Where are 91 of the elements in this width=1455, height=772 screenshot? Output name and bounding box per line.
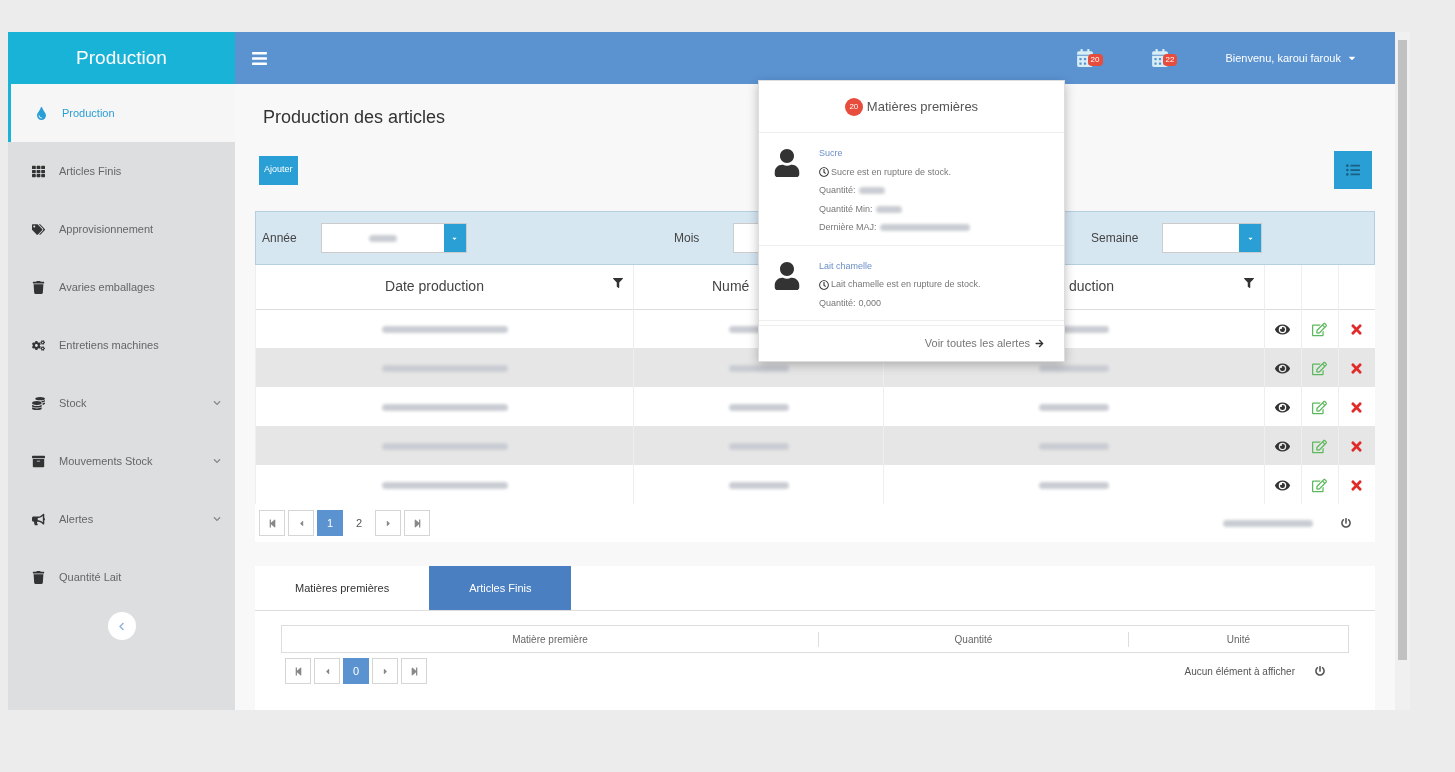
- last-icon: [412, 518, 422, 528]
- edit-icon[interactable]: [1312, 360, 1327, 376]
- eye-icon[interactable]: [1275, 322, 1290, 338]
- filter-label: Mois: [674, 230, 700, 247]
- blurred-text: [1038, 443, 1109, 450]
- sidebar-item[interactable]: Approvisionnement: [8, 200, 235, 258]
- filter-icon[interactable]: [613, 278, 623, 289]
- first-page-button[interactable]: [285, 658, 311, 684]
- blurred-text: [728, 482, 789, 489]
- brand-title: Production: [8, 32, 235, 84]
- page-button[interactable]: 2: [346, 510, 372, 536]
- first-icon: [293, 666, 303, 676]
- popup-title: Matières premières: [866, 97, 979, 116]
- chevron-icon: [213, 399, 221, 407]
- dropdown-field[interactable]: [1162, 223, 1263, 253]
- page-title: Production des articles: [263, 106, 446, 129]
- last-page-button[interactable]: [404, 510, 430, 536]
- arrow-right-icon: [1035, 339, 1044, 348]
- column-header[interactable]: Date production: [255, 265, 634, 309]
- archive-icon: [32, 454, 45, 468]
- column-header[interactable]: Unité: [1128, 631, 1348, 647]
- last-icon: [409, 666, 419, 676]
- refresh-icon[interactable]: [1341, 518, 1351, 528]
- filter-label: Semaine: [1091, 230, 1139, 247]
- sidebar-item[interactable]: Stock: [8, 374, 235, 432]
- blurred-text: [1038, 404, 1109, 411]
- gears-icon: [32, 338, 45, 352]
- count-badge: 20: [844, 97, 863, 116]
- dropdown-field[interactable]: [320, 223, 467, 253]
- blurred-text: [858, 187, 885, 195]
- sidebar-item[interactable]: Articles Finis: [8, 142, 235, 200]
- column-header[interactable]: Quantité: [818, 631, 1128, 647]
- trash-icon: [32, 280, 45, 294]
- field-label: Quantité:: [819, 296, 856, 310]
- user-menu[interactable]: Bienvenu, karoui farouk: [1225, 49, 1357, 67]
- chevron-icon: [213, 457, 221, 465]
- tab[interactable]: Articles Finis: [429, 566, 572, 610]
- clock-icon: [819, 167, 829, 178]
- chevron-icon: [213, 515, 221, 523]
- edit-icon[interactable]: [1312, 438, 1327, 454]
- drop-icon: [35, 106, 48, 120]
- first-page-button[interactable]: [259, 510, 285, 536]
- blurred-text: [728, 404, 789, 411]
- field-label: Dernière MAJ:: [819, 221, 877, 234]
- see-all-alerts-link[interactable]: Voir toutes les alertes: [924, 335, 1044, 352]
- calendar-notification-button[interactable]: 20: [1075, 49, 1103, 67]
- tab[interactable]: Matières premières: [255, 566, 430, 610]
- menu-icon[interactable]: [251, 49, 268, 67]
- chevron-left-icon: [117, 621, 126, 631]
- field-label: Quantité Min:: [819, 202, 873, 216]
- add-button[interactable]: Ajouter: [259, 155, 298, 185]
- blurred-text: [728, 365, 789, 372]
- user-name: Bienvenu, karoui farouk: [1225, 50, 1341, 66]
- filter-icon[interactable]: [1243, 278, 1254, 289]
- user-icon: [773, 149, 801, 177]
- clock-icon: [819, 279, 829, 290]
- blurred-text: [368, 234, 397, 242]
- filter-label: Année: [262, 230, 297, 247]
- grid-icon: [32, 164, 45, 178]
- sidebar-item[interactable]: Avaries emballages: [8, 258, 235, 316]
- first-icon: [267, 518, 277, 528]
- sidebar-item[interactable]: Entretiens machines: [8, 316, 235, 374]
- blurred-text: [1038, 365, 1109, 372]
- calendar-notification-button[interactable]: 22: [1150, 49, 1178, 67]
- sidebar-item[interactable]: Alertes: [8, 490, 235, 548]
- edit-icon[interactable]: [1312, 477, 1327, 493]
- field-value: 0,000: [858, 296, 882, 310]
- page-button[interactable]: 0: [343, 658, 369, 684]
- blurred-text: [875, 205, 902, 213]
- column-menu-button[interactable]: [1334, 151, 1372, 189]
- trash-icon: [32, 570, 45, 584]
- field-label: Quantité:: [819, 184, 856, 197]
- edit-icon[interactable]: [1312, 322, 1327, 338]
- column-header[interactable]: Matière première: [282, 631, 818, 647]
- sidebar-item[interactable]: Mouvements Stock: [8, 432, 235, 490]
- last-page-button[interactable]: [401, 658, 427, 684]
- coins-icon: [32, 396, 45, 410]
- blurred-text: [728, 443, 789, 450]
- edit-icon[interactable]: [1312, 399, 1327, 415]
- list-icon: [1346, 163, 1360, 177]
- bullhorn-icon: [32, 512, 45, 526]
- blurred-text: [1038, 482, 1109, 489]
- alert-item-link[interactable]: Sucre: [819, 147, 970, 161]
- sidebar-item[interactable]: Quantité Lait: [8, 548, 235, 606]
- sidebar-item[interactable]: Production: [8, 84, 235, 142]
- alert-message: Sucre est en rupture de stock.: [831, 165, 952, 179]
- page-button[interactable]: 1: [317, 510, 343, 536]
- user-icon: [773, 261, 801, 290]
- empty-message: Aucun élément à afficher: [1184, 664, 1295, 679]
- tags-icon: [32, 222, 45, 236]
- refresh-icon[interactable]: [1315, 666, 1325, 676]
